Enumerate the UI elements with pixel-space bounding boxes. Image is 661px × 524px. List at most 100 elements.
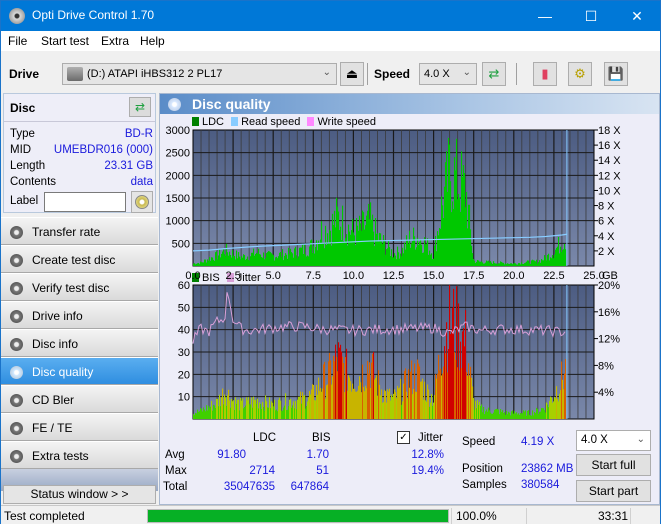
bis-bar — [528, 410, 530, 419]
start-full-button[interactable]: Start full — [576, 454, 651, 476]
nav-verify-test-disc[interactable]: Verify test disc — [1, 273, 158, 301]
ldc-bar — [251, 252, 253, 266]
bis-bar — [512, 410, 514, 419]
refresh-speed-button[interactable]: ⇄ — [482, 62, 506, 86]
ldc-bar — [195, 264, 197, 266]
ldc-bar — [470, 229, 472, 266]
ldc-bar — [391, 249, 393, 266]
bis-bar — [253, 396, 255, 419]
bis-bar — [522, 413, 524, 419]
bis-bar — [471, 377, 473, 419]
bis-bar — [388, 391, 390, 419]
disc-type-key: Type — [10, 128, 35, 140]
bis-bar — [442, 373, 444, 419]
bis-bar — [474, 409, 476, 419]
bis-bar — [428, 389, 430, 419]
test-speed-value: 4.0 X — [581, 434, 608, 446]
bis-bar — [504, 412, 506, 419]
menu-file[interactable]: File — [8, 34, 27, 48]
nav-create-test-disc[interactable]: Create test disc — [1, 245, 158, 273]
bis-bar — [551, 397, 553, 419]
x-tick-label: 20.0 — [503, 423, 524, 424]
bis-bar — [320, 387, 322, 419]
menu-extra[interactable]: Extra — [101, 34, 129, 48]
nav-disc-info[interactable]: Disc info — [1, 329, 158, 357]
bis-bar — [207, 410, 209, 419]
menu-start-test[interactable]: Start test — [41, 34, 89, 48]
bis-bar — [233, 400, 235, 419]
bis-bar — [389, 388, 391, 419]
maximize-button[interactable]: ☐ — [568, 1, 614, 31]
ldc-bar — [228, 255, 230, 266]
menu-help[interactable]: Help — [140, 34, 165, 48]
nav-transfer-rate[interactable]: Transfer rate — [1, 217, 158, 245]
ldc-bar — [276, 256, 278, 266]
save-button[interactable]: 💾 — [604, 62, 628, 86]
disc-label-input[interactable] — [44, 192, 126, 212]
erase-button[interactable]: ▮ — [533, 62, 557, 86]
bis-bar — [329, 352, 331, 419]
ldc-bar — [296, 255, 298, 266]
ldc-bar — [396, 259, 398, 266]
speed-select[interactable]: 4.0 X ⌄ — [419, 63, 477, 85]
nav-fe-te[interactable]: FE / TE — [1, 413, 158, 441]
ldc-bar — [219, 248, 221, 266]
nav-cd-bler[interactable]: CD Bler — [1, 385, 158, 413]
ldc-bar — [281, 257, 283, 266]
bis-bar — [373, 351, 375, 419]
settings-button[interactable]: ⚙ — [568, 62, 592, 86]
refresh-disc-button[interactable]: ⇄ — [129, 97, 151, 117]
label-disc-button[interactable] — [131, 191, 153, 213]
disc-contents-key: Contents — [10, 176, 57, 188]
ldc-bar — [494, 263, 496, 266]
ldc-bar — [357, 225, 359, 266]
bis-bar — [404, 370, 406, 419]
bis-bar — [280, 400, 282, 419]
bis-bar — [516, 412, 518, 419]
nav-drive-info[interactable]: Drive info — [1, 301, 158, 329]
bis-bar — [511, 411, 513, 419]
bis-bar — [415, 391, 417, 419]
start-part-button[interactable]: Start part — [576, 480, 651, 502]
bis-bar — [273, 406, 275, 419]
jitter-checkbox[interactable]: ✓ — [397, 431, 410, 444]
ldc-bar — [473, 258, 475, 266]
x-tick-label: 17.5 — [463, 423, 484, 424]
minimize-button[interactable]: — — [522, 1, 568, 31]
ldc-bar — [292, 253, 294, 266]
nav-disc-quality[interactable]: Disc quality — [1, 357, 158, 385]
ldc-bar — [541, 259, 543, 266]
close-button[interactable]: ✕ — [614, 1, 660, 31]
bis-bar — [483, 406, 485, 419]
eject-button[interactable]: ⏏ — [340, 62, 364, 86]
ldc-bar — [498, 263, 500, 266]
ldc-bar — [301, 247, 303, 266]
ldc-bar — [526, 261, 528, 266]
ldc-bar — [519, 263, 521, 266]
y-tick-label: 20 — [178, 369, 190, 381]
ldc-bar — [363, 212, 365, 266]
bis-bar — [533, 415, 535, 419]
chevron-down-icon: ⌄ — [636, 434, 645, 445]
ldc-bar — [208, 260, 210, 266]
ldc-bar — [516, 264, 518, 266]
ldc-bar — [537, 263, 539, 266]
bis-bar — [437, 373, 439, 419]
y-tick-label: 50 — [178, 302, 190, 314]
bis-bar — [497, 409, 499, 419]
test-speed-select[interactable]: 4.0 X ⌄ — [576, 430, 651, 451]
row-avg-label: Avg — [165, 449, 185, 461]
y2-tick-label: 8 X — [598, 201, 615, 213]
nav-extra-tests[interactable]: Extra tests — [1, 441, 158, 469]
ldc-bar — [517, 264, 519, 266]
status-window-button[interactable]: Status window > > — [3, 485, 156, 504]
drive-select[interactable]: (D:) ATAPI iHBS312 2 PL17 ⌄ — [62, 63, 337, 85]
ldc-bar — [383, 235, 385, 266]
bis-bar — [204, 409, 206, 419]
nav-label: Drive info — [32, 309, 83, 323]
ldc-bar — [379, 232, 381, 266]
bis-bar — [362, 364, 364, 419]
x-tick-label: 7.5 — [306, 270, 321, 282]
ldc-bar — [522, 264, 524, 266]
ldc-bar — [540, 262, 542, 266]
